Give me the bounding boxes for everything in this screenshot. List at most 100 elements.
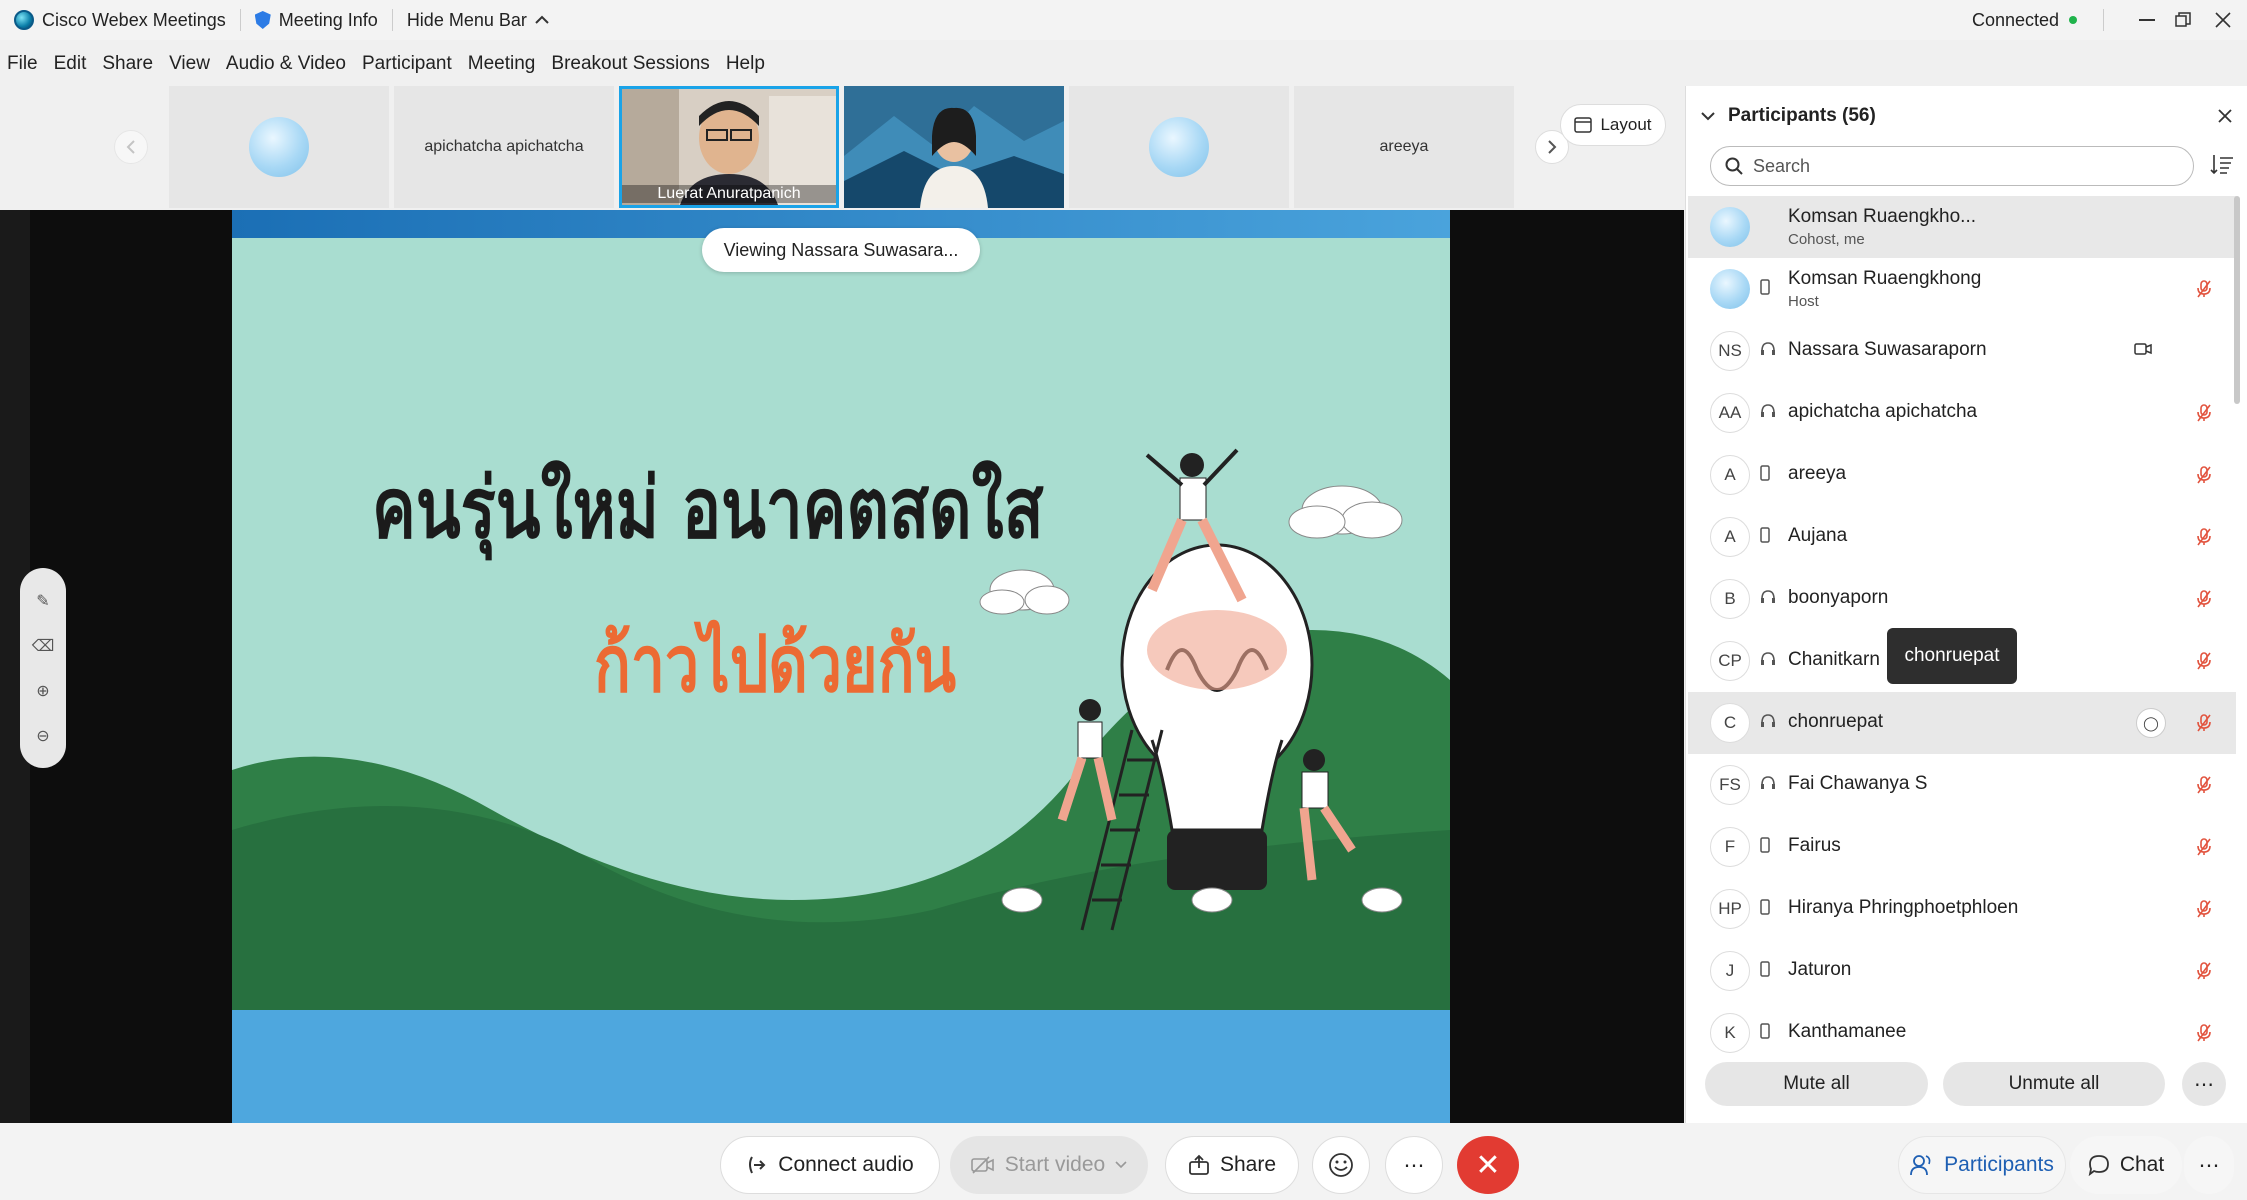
zoom-in-icon[interactable]: ⊕ bbox=[36, 681, 49, 701]
participant-row[interactable]: K Kanthamanee bbox=[1688, 1002, 2236, 1064]
video-thumbnail[interactable] bbox=[169, 86, 389, 208]
avatar: NS bbox=[1710, 331, 1750, 371]
muted-mic-icon[interactable] bbox=[2194, 402, 2214, 424]
shared-slide: คนรุ่นใหม่ อนาคตสดใส ก้าวไปด้วยกัน bbox=[232, 210, 1450, 1123]
restore-button[interactable] bbox=[2166, 0, 2200, 40]
menu-file[interactable]: File bbox=[0, 53, 46, 75]
muted-mic-icon[interactable] bbox=[2194, 960, 2214, 982]
chat-icon[interactable]: ◯ bbox=[2136, 708, 2166, 738]
participants-toggle-button[interactable]: Participants bbox=[1898, 1136, 2066, 1194]
chevron-down-icon[interactable] bbox=[1115, 1161, 1127, 1169]
muted-mic-icon[interactable] bbox=[2194, 464, 2214, 486]
more-icon: ⋯ bbox=[1403, 1153, 1425, 1177]
connection-status: Connected bbox=[1972, 0, 2078, 40]
participant-name: Fairus bbox=[1788, 835, 1841, 856]
menu-meeting[interactable]: Meeting bbox=[460, 53, 544, 75]
more-controls-button[interactable]: ⋯ bbox=[1385, 1136, 1443, 1194]
slide-subtitle: ก้าวไปด้วยกัน bbox=[594, 620, 957, 710]
panel-scrollbar[interactable] bbox=[2234, 196, 2240, 404]
menu-audio-video[interactable]: Audio & Video bbox=[218, 53, 354, 75]
participant-row[interactable]: J Jaturon bbox=[1688, 940, 2236, 1002]
participant-video-image bbox=[844, 86, 1064, 208]
participant-row[interactable]: NS Nassara Suwasaraporn bbox=[1688, 320, 2236, 382]
participant-role: Host bbox=[1788, 293, 1819, 310]
meeting-info-button[interactable]: Meeting Info bbox=[241, 10, 392, 31]
muted-mic-icon[interactable] bbox=[2194, 898, 2214, 920]
hide-menu-bar-label: Hide Menu Bar bbox=[406, 9, 527, 30]
layout-button[interactable]: Layout bbox=[1560, 104, 1666, 146]
sort-button[interactable] bbox=[2210, 152, 2234, 181]
more-panels-button[interactable]: ⋯ bbox=[2184, 1136, 2234, 1194]
avatar bbox=[1149, 117, 1209, 177]
strip-prev-button[interactable] bbox=[114, 130, 148, 164]
participant-row[interactable]: FS Fai Chawanya S bbox=[1688, 754, 2236, 816]
participant-search-input[interactable]: Search bbox=[1710, 146, 2194, 186]
video-thumbnail[interactable]: apichatcha apichatcha bbox=[394, 86, 614, 208]
avatar: F bbox=[1710, 827, 1750, 867]
participant-row[interactable]: Komsan Ruaengkho... Cohost, me bbox=[1688, 196, 2236, 258]
menu-edit[interactable]: Edit bbox=[46, 53, 95, 75]
participant-row[interactable]: Aareeya bbox=[1688, 444, 2236, 506]
video-thumbnail[interactable]: areeya bbox=[1294, 86, 1514, 208]
participant-row[interactable]: AA apichatcha apichatcha bbox=[1688, 382, 2236, 444]
muted-mic-icon[interactable] bbox=[2194, 588, 2214, 610]
headset-icon bbox=[1760, 403, 1776, 424]
video-thumbnail[interactable] bbox=[1069, 86, 1289, 208]
thumbnail-name: Luerat Anuratpanich bbox=[622, 185, 836, 203]
muted-mic-icon[interactable] bbox=[2194, 650, 2214, 672]
phone-icon bbox=[1760, 898, 1770, 920]
name-tooltip: chonruepat bbox=[1887, 628, 2017, 684]
muted-mic-icon[interactable] bbox=[2194, 774, 2214, 796]
avatar: FS bbox=[1710, 765, 1750, 805]
minimize-button[interactable] bbox=[2130, 0, 2164, 40]
muted-mic-icon[interactable] bbox=[2194, 1022, 2214, 1044]
video-thumbnail[interactable] bbox=[844, 86, 1064, 208]
muted-mic-icon[interactable] bbox=[2194, 712, 2214, 734]
video-thumbnail-active-speaker[interactable]: Luerat Anuratpanich bbox=[619, 86, 839, 208]
start-video-button[interactable]: Start video bbox=[950, 1136, 1148, 1194]
mute-all-button[interactable]: Mute all bbox=[1705, 1062, 1928, 1106]
close-icon[interactable] bbox=[2218, 109, 2232, 123]
muted-mic-icon[interactable] bbox=[2194, 836, 2214, 858]
menu-help[interactable]: Help bbox=[718, 53, 773, 75]
participant-row[interactable]: Komsan Ruaengkhong Host bbox=[1688, 258, 2236, 320]
avatar: A bbox=[1710, 455, 1750, 495]
share-button[interactable]: Share bbox=[1165, 1136, 1299, 1194]
participant-name: Kanthamanee bbox=[1788, 1021, 1907, 1042]
reactions-button[interactable] bbox=[1312, 1136, 1370, 1194]
chevron-right-icon bbox=[1548, 140, 1557, 154]
more-options-button[interactable]: ⋯ bbox=[2182, 1062, 2226, 1106]
connect-audio-icon bbox=[749, 1156, 766, 1174]
unmute-all-button[interactable]: Unmute all bbox=[1943, 1062, 2165, 1106]
participant-row[interactable]: Cchonruepat ◯ bbox=[1688, 692, 2236, 754]
menu-view[interactable]: View bbox=[161, 53, 218, 75]
connect-audio-button[interactable]: Connect audio bbox=[720, 1136, 940, 1194]
participant-role: Cohost, me bbox=[1788, 231, 1865, 248]
muted-mic-icon[interactable] bbox=[2194, 278, 2214, 300]
menu-bar: File Edit Share View Audio & Video Parti… bbox=[0, 44, 773, 84]
zoom-out-icon[interactable]: ⊖ bbox=[36, 726, 49, 746]
close-icon bbox=[2215, 12, 2231, 28]
phone-icon bbox=[1760, 1022, 1770, 1044]
more-icon: ⋯ bbox=[2198, 1153, 2220, 1177]
chat-toggle-button[interactable]: Chat bbox=[2070, 1136, 2182, 1194]
annotate-pen-icon[interactable]: ✎ bbox=[36, 591, 49, 611]
chevron-down-icon[interactable] bbox=[1700, 111, 1716, 121]
eraser-icon[interactable]: ⌫ bbox=[32, 636, 55, 656]
participant-row[interactable]: A Aujana bbox=[1688, 506, 2236, 568]
participant-row[interactable]: F Fairus bbox=[1688, 816, 2236, 878]
participant-name: Chanitkarn bbox=[1788, 649, 1880, 670]
menu-breakout-sessions[interactable]: Breakout Sessions bbox=[543, 53, 717, 75]
restore-icon bbox=[2175, 12, 2191, 27]
menu-participant[interactable]: Participant bbox=[354, 53, 460, 75]
participant-name: Aujana bbox=[1788, 525, 1848, 546]
muted-mic-icon[interactable] bbox=[2194, 526, 2214, 548]
viewing-indicator[interactable]: Viewing Nassara Suwasara... bbox=[702, 228, 980, 272]
hide-menu-bar-button[interactable]: Hide Menu Bar bbox=[393, 10, 563, 31]
end-meeting-button[interactable]: ✕ bbox=[1457, 1136, 1519, 1194]
menu-share[interactable]: Share bbox=[94, 53, 161, 75]
close-window-button[interactable] bbox=[2206, 0, 2240, 40]
participant-row[interactable]: Bboonyaporn bbox=[1688, 568, 2236, 630]
participants-toggle-label: Participants bbox=[1944, 1153, 2054, 1176]
participant-row[interactable]: HP Hiranya Phringphoetphloen bbox=[1688, 878, 2236, 940]
